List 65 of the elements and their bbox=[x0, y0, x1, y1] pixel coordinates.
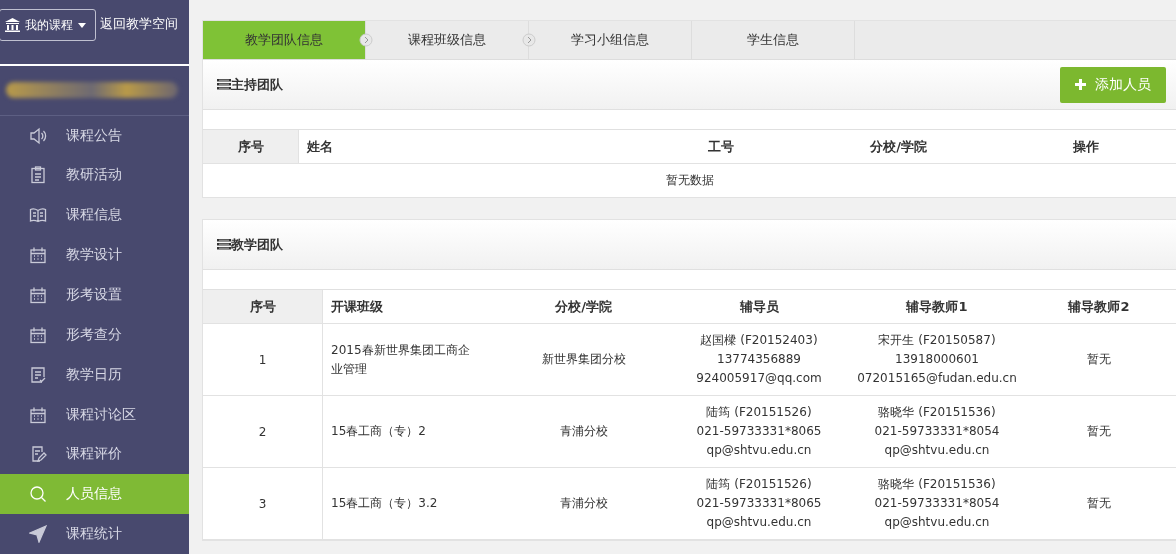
table-cell-text: 宋开生 (F20150587) 13918000601 072015165@fudan.edu.cn bbox=[856, 332, 1018, 387]
sidebar-item[interactable]: 教学日历 bbox=[0, 354, 189, 395]
course-menu-button[interactable]: 我的课程 bbox=[0, 9, 96, 41]
calendar-icon bbox=[29, 285, 47, 304]
table-cell-text: 骆晓华 (F20151536) 021-59733331*8054 qp@shtvu.edu.cn bbox=[873, 404, 1001, 459]
column-header: 序号 bbox=[203, 290, 323, 323]
list-icon bbox=[217, 79, 231, 90]
plus-icon bbox=[1075, 79, 1086, 90]
table-cell: 3 bbox=[203, 468, 323, 539]
speaker-icon bbox=[29, 126, 47, 145]
panel-title: 主持团队 bbox=[231, 75, 283, 94]
tab[interactable]: 学习小组信息 bbox=[529, 21, 692, 59]
list-icon bbox=[217, 239, 231, 250]
table-cell: 2 bbox=[203, 396, 323, 467]
checklist-icon bbox=[29, 365, 47, 384]
paper-plane-icon bbox=[29, 525, 47, 544]
table-cell-text: 15春工商（专）2 bbox=[330, 423, 427, 440]
sidebar-item[interactable]: 课程公告 bbox=[0, 115, 189, 156]
column-header: 开课班级 bbox=[330, 297, 384, 316]
table-cell-text: 新世界集团分校 bbox=[540, 351, 627, 368]
sidebar-item[interactable]: 课程统计 bbox=[0, 514, 189, 554]
table-cell-text: 骆晓华 (F20151536) 021-59733331*8054 qp@shtvu.edu.cn bbox=[873, 476, 1001, 531]
table-cell-text: 青浦分校 bbox=[558, 423, 609, 440]
sidebar-item[interactable]: 课程评价 bbox=[0, 434, 189, 475]
column-header: 辅导员 bbox=[738, 297, 780, 316]
tab[interactable]: 学生信息 bbox=[692, 21, 855, 59]
tab[interactable]: 教学团队信息 bbox=[203, 21, 366, 59]
table-cell-text: 15春工商（专）3.2 bbox=[330, 495, 439, 512]
sidebar-item[interactable]: 形考查分 bbox=[0, 314, 189, 355]
column-header: 姓名 bbox=[306, 137, 334, 156]
back-link[interactable]: 返回教学空间 bbox=[100, 15, 178, 33]
calendar-icon bbox=[29, 246, 47, 265]
sidebar-item[interactable]: 课程信息 bbox=[0, 195, 189, 236]
column-header: 辅导教师2 bbox=[1067, 297, 1131, 316]
column-header: 分校/学院 bbox=[554, 297, 613, 316]
book-icon bbox=[29, 206, 47, 225]
table-cell-text: 2015春新世界集团工商企业管理 bbox=[330, 341, 471, 378]
search-icon bbox=[29, 485, 47, 504]
column-header: 工号 bbox=[707, 137, 735, 156]
empty-message: 暂无数据 bbox=[664, 172, 715, 189]
edit-icon bbox=[29, 445, 47, 464]
panel-title: 教学团队 bbox=[231, 235, 283, 254]
sidebar-item[interactable]: 课程讨论区 bbox=[0, 394, 189, 435]
table-cell: 1 bbox=[203, 324, 323, 395]
table-cell-text: 暂无 bbox=[1086, 423, 1112, 440]
sidebar-item[interactable]: 教学设计 bbox=[0, 235, 189, 276]
table-cell-text: 陆筠 (F20151526) 021-59733331*8065 qp@shtvu.edu.cn bbox=[695, 476, 823, 531]
sidebar-item[interactable]: 教研活动 bbox=[0, 155, 189, 196]
table-cell-text: 暂无 bbox=[1086, 495, 1112, 512]
calendar-icon bbox=[29, 325, 47, 344]
column-header: 辅导教师1 bbox=[905, 297, 969, 316]
clipboard-icon bbox=[29, 166, 47, 185]
caret-icon bbox=[78, 22, 86, 28]
column-header: 操作 bbox=[1072, 137, 1100, 156]
chevron-icon bbox=[522, 33, 536, 47]
table-cell-text: 青浦分校 bbox=[558, 495, 609, 512]
table-cell-text: 赵国樑 (F20152403) 13774356889 924005917@qq.com bbox=[695, 332, 823, 387]
sidebar-item[interactable]: 形考设置 bbox=[0, 275, 189, 315]
column-header: 分校/学院 bbox=[869, 137, 928, 156]
column-header: 序号 bbox=[203, 130, 299, 163]
calendar-icon bbox=[29, 405, 47, 424]
chevron-icon bbox=[359, 33, 373, 47]
bank-icon bbox=[5, 18, 20, 32]
table-cell-text: 陆筠 (F20151526) 021-59733331*8065 qp@shtvu.edu.cn bbox=[695, 404, 823, 459]
table-cell-text: 暂无 bbox=[1086, 351, 1112, 368]
